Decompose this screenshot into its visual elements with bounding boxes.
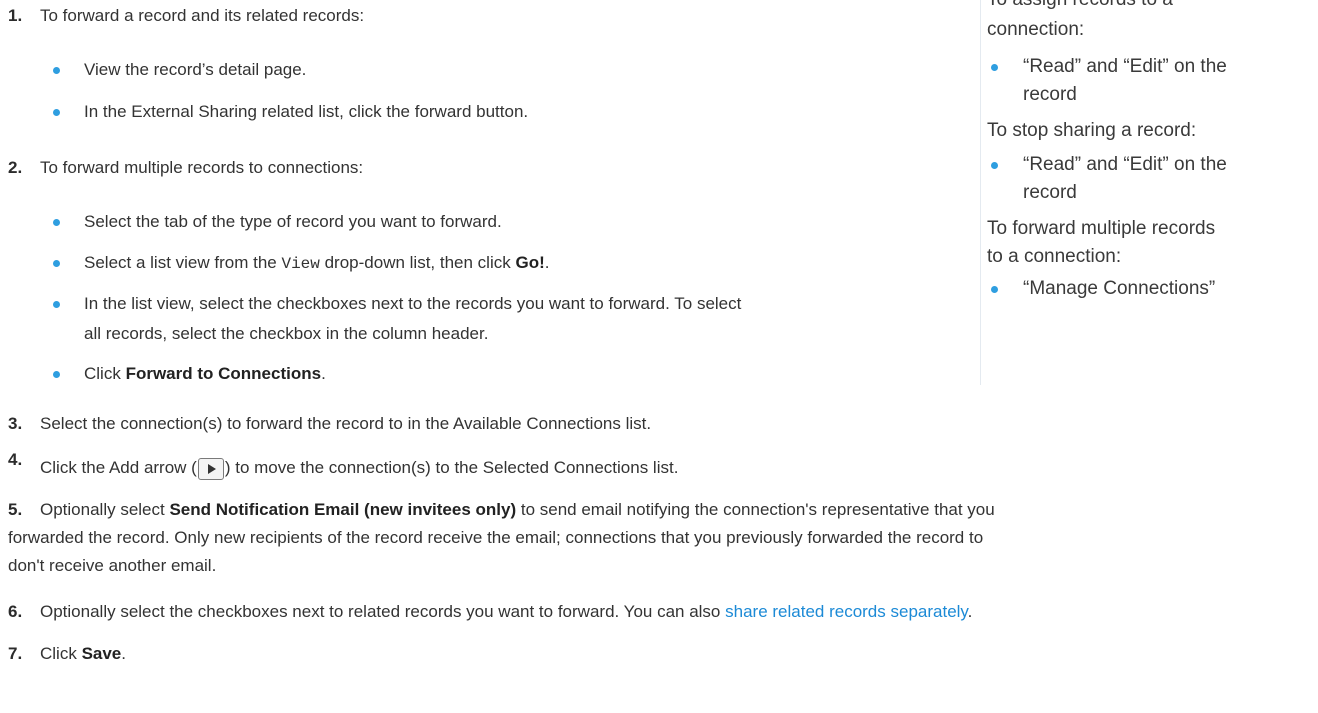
step-number: 5.: [8, 500, 23, 519]
share-related-records-link[interactable]: share related records separately: [725, 602, 968, 621]
step-text: Select the connection(s) to forward the …: [40, 414, 652, 433]
permissions-sidebar: To assign records to a connection: “Read…: [980, 0, 1316, 385]
bullet-dot: [53, 109, 60, 116]
step-number: 7.: [8, 644, 23, 663]
bullet-dot: [991, 64, 998, 71]
forward-to-connections-label: Forward to Connections: [125, 364, 322, 383]
bullet-dot: [53, 219, 60, 226]
send-notification-email-label: Send Notification Email (new invitees on…: [169, 500, 517, 519]
step-text: To forward multiple records to connectio…: [40, 158, 364, 177]
sidebar-heading: To assign records to a: [987, 0, 1173, 14]
bullet-dot: [53, 260, 60, 267]
step-number: 6.: [8, 602, 23, 621]
bullet-dot: [53, 301, 60, 308]
step-text: Click the Add arrow () to move the conne…: [40, 454, 678, 482]
view-code: View: [281, 255, 320, 273]
step-number: 4.: [8, 450, 23, 469]
step-number: 3.: [8, 414, 23, 433]
step-number: 1.: [8, 6, 23, 25]
bullet-dot: [991, 286, 998, 293]
sidebar-heading: To stop sharing a record:: [987, 120, 1197, 141]
go-label: Go!: [515, 253, 545, 272]
bullet-dot: [53, 67, 60, 74]
step-text: To forward a record and its related reco…: [40, 6, 365, 25]
add-arrow-icon: [197, 457, 224, 480]
step-number: 2.: [8, 158, 23, 177]
sidebar-heading: To forward multiple records: [987, 218, 1216, 239]
bullet-dot: [53, 371, 60, 378]
bullet-dot: [991, 162, 998, 169]
save-label: Save: [81, 644, 122, 663]
